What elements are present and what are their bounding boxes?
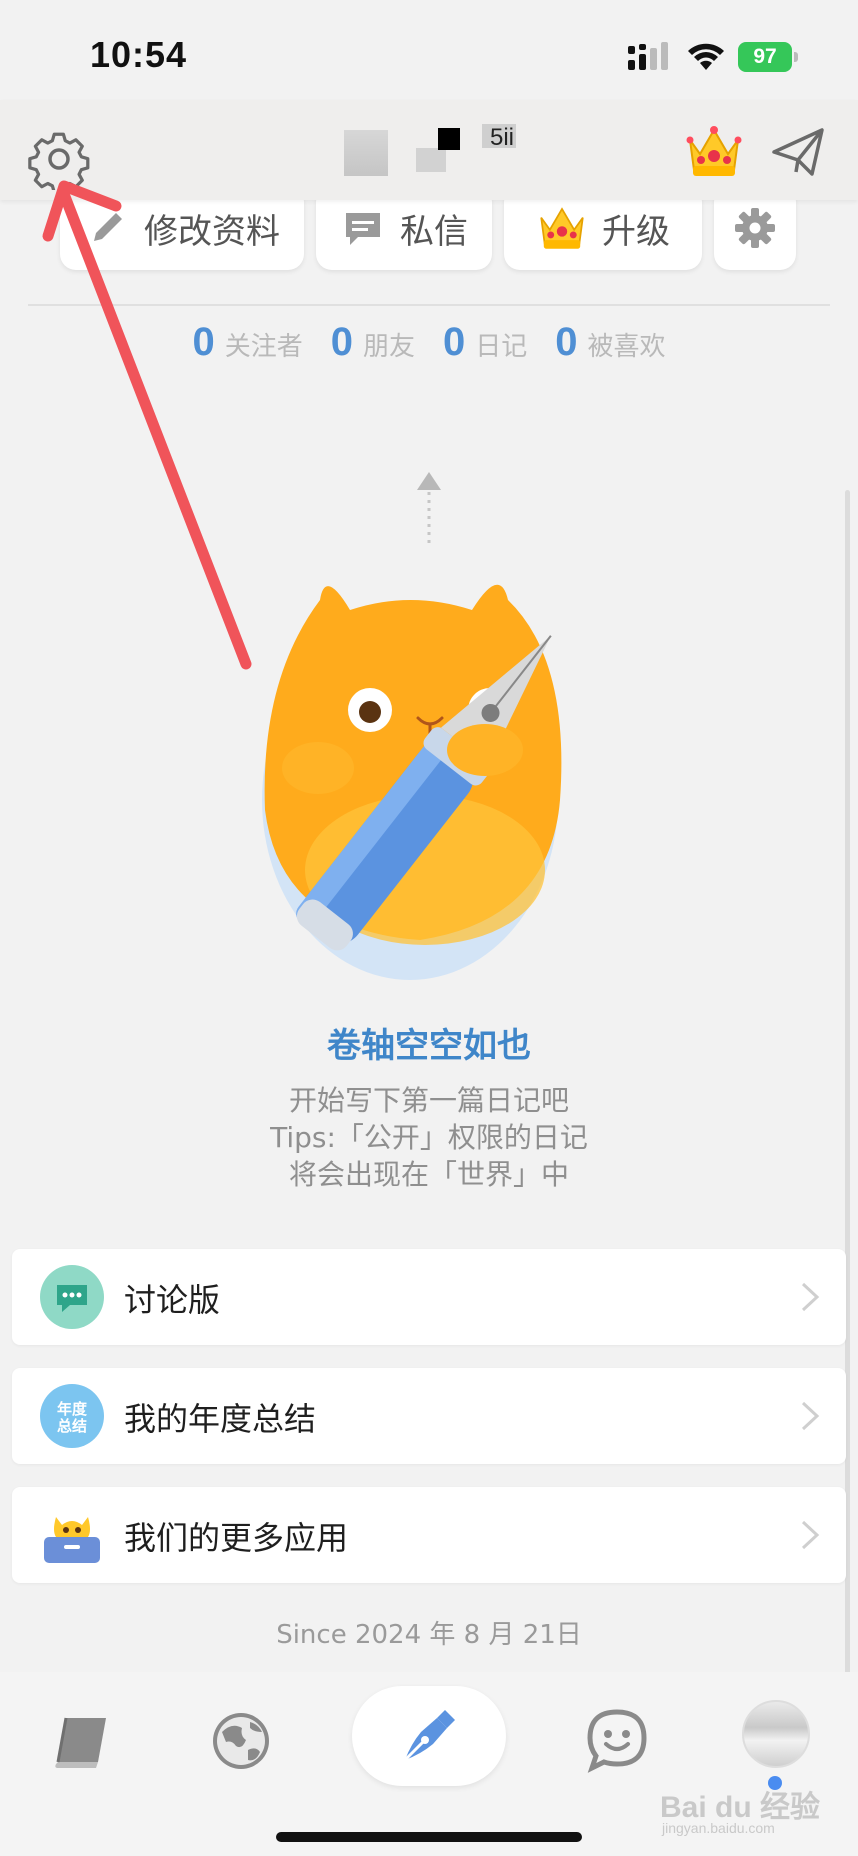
annual-icon-text-top: 年度 bbox=[57, 1400, 88, 1418]
empty-desc-line: 开始写下第一篇日记吧 bbox=[288, 1084, 569, 1117]
menu-item-more-apps[interactable]: 我们的更多应用 bbox=[12, 1487, 846, 1583]
empty-state-title: 卷轴空空如也 bbox=[327, 1026, 531, 1066]
status-bar: 10:54 97 bbox=[0, 0, 858, 108]
stat-followers[interactable]: 0 关注者 bbox=[192, 320, 302, 365]
menu-item-label: 讨论版 bbox=[124, 1281, 221, 1319]
stat-label: 日记 bbox=[475, 332, 528, 362]
annual-summary-icon: 年度 总结 bbox=[40, 1384, 104, 1448]
cellular-signal-icon bbox=[628, 42, 668, 70]
write-diary-button[interactable] bbox=[352, 1686, 506, 1786]
message-icon bbox=[346, 213, 380, 245]
stat-count: 0 bbox=[555, 320, 578, 364]
profile-page: 10:54 97 5ii 修改资料 私信 升级 0 关注者 0 朋友 0 日记 … bbox=[0, 0, 858, 1856]
battery-level: 97 bbox=[738, 42, 792, 72]
crown-icon bbox=[540, 207, 584, 249]
pull-up-arrow-icon bbox=[417, 472, 441, 548]
cat-with-pen-illustration bbox=[262, 584, 562, 980]
wifi-icon bbox=[688, 43, 724, 70]
top-navigation-bar: 5ii bbox=[0, 100, 858, 200]
watermark-url: jingyan.baidu.com bbox=[662, 1820, 775, 1836]
empty-desc-line: Tips:「公开」权限的日记 bbox=[270, 1121, 588, 1154]
vip-crown-icon[interactable] bbox=[684, 124, 744, 180]
home-indicator[interactable] bbox=[276, 1832, 582, 1842]
settings-gear-icon[interactable] bbox=[28, 128, 90, 190]
member-since-text: Since 2024 年 8 月 21日 bbox=[276, 1620, 582, 1650]
stat-diaries[interactable]: 0 日记 bbox=[443, 320, 527, 365]
stat-label: 朋友 bbox=[362, 332, 415, 362]
more-apps-icon bbox=[44, 1517, 100, 1563]
username-title: 5ii bbox=[340, 120, 540, 180]
menu-item-label: 我们的更多应用 bbox=[124, 1519, 349, 1557]
profile-stats: 0 关注者 0 朋友 0 日记 0 被喜欢 bbox=[0, 320, 858, 380]
name-black-mosaic bbox=[438, 128, 460, 150]
battery-tip bbox=[794, 52, 798, 62]
chevron-right-icon bbox=[801, 1282, 820, 1312]
smiley-chat-icon[interactable] bbox=[582, 1706, 652, 1776]
stat-liked[interactable]: 0 被喜欢 bbox=[555, 320, 665, 365]
chat-bubble-icon bbox=[40, 1265, 104, 1329]
battery-indicator: 97 bbox=[738, 42, 798, 72]
pencil-icon bbox=[94, 213, 122, 241]
stat-count: 0 bbox=[443, 320, 466, 364]
status-time: 10:54 bbox=[90, 34, 188, 75]
book-icon[interactable] bbox=[48, 1706, 118, 1776]
name-blur-mosaic bbox=[416, 148, 446, 172]
annual-icon-text-bottom: 总结 bbox=[57, 1417, 87, 1435]
private-message-label: 私信 bbox=[400, 211, 468, 252]
bottom-tab-bar: Bai du 经验 jingyan.baidu.com bbox=[0, 1672, 858, 1856]
send-paper-plane-icon[interactable] bbox=[768, 122, 828, 182]
stat-friends[interactable]: 0 朋友 bbox=[331, 320, 415, 365]
upgrade-label: 升级 bbox=[602, 211, 670, 252]
avatar-blur-mosaic bbox=[344, 130, 388, 176]
menu-item-label: 我的年度总结 bbox=[124, 1400, 317, 1438]
stat-label: 关注者 bbox=[224, 332, 303, 362]
chevron-right-icon bbox=[801, 1401, 820, 1431]
menu-item-discussion[interactable]: 讨论版 bbox=[12, 1249, 846, 1345]
edit-profile-label: 修改资料 bbox=[144, 211, 280, 252]
stat-count: 0 bbox=[330, 320, 353, 364]
stat-label: 被喜欢 bbox=[587, 332, 666, 362]
section-divider bbox=[28, 304, 830, 306]
username-text: 5ii bbox=[490, 124, 515, 151]
gear-icon bbox=[735, 208, 775, 248]
chevron-right-icon bbox=[801, 1520, 820, 1550]
empty-state-description: 开始写下第一篇日记吧 Tips:「公开」权限的日记 将会出现在「世界」中 bbox=[0, 1082, 858, 1193]
stat-count: 0 bbox=[192, 320, 215, 364]
empty-desc-line: 将会出现在「世界」中 bbox=[288, 1158, 569, 1191]
pen-nib-icon bbox=[403, 1710, 455, 1762]
menu-item-annual-summary[interactable]: 年度 总结 我的年度总结 bbox=[12, 1368, 846, 1464]
globe-icon[interactable] bbox=[206, 1706, 276, 1776]
profile-avatar-tab[interactable] bbox=[742, 1700, 810, 1768]
